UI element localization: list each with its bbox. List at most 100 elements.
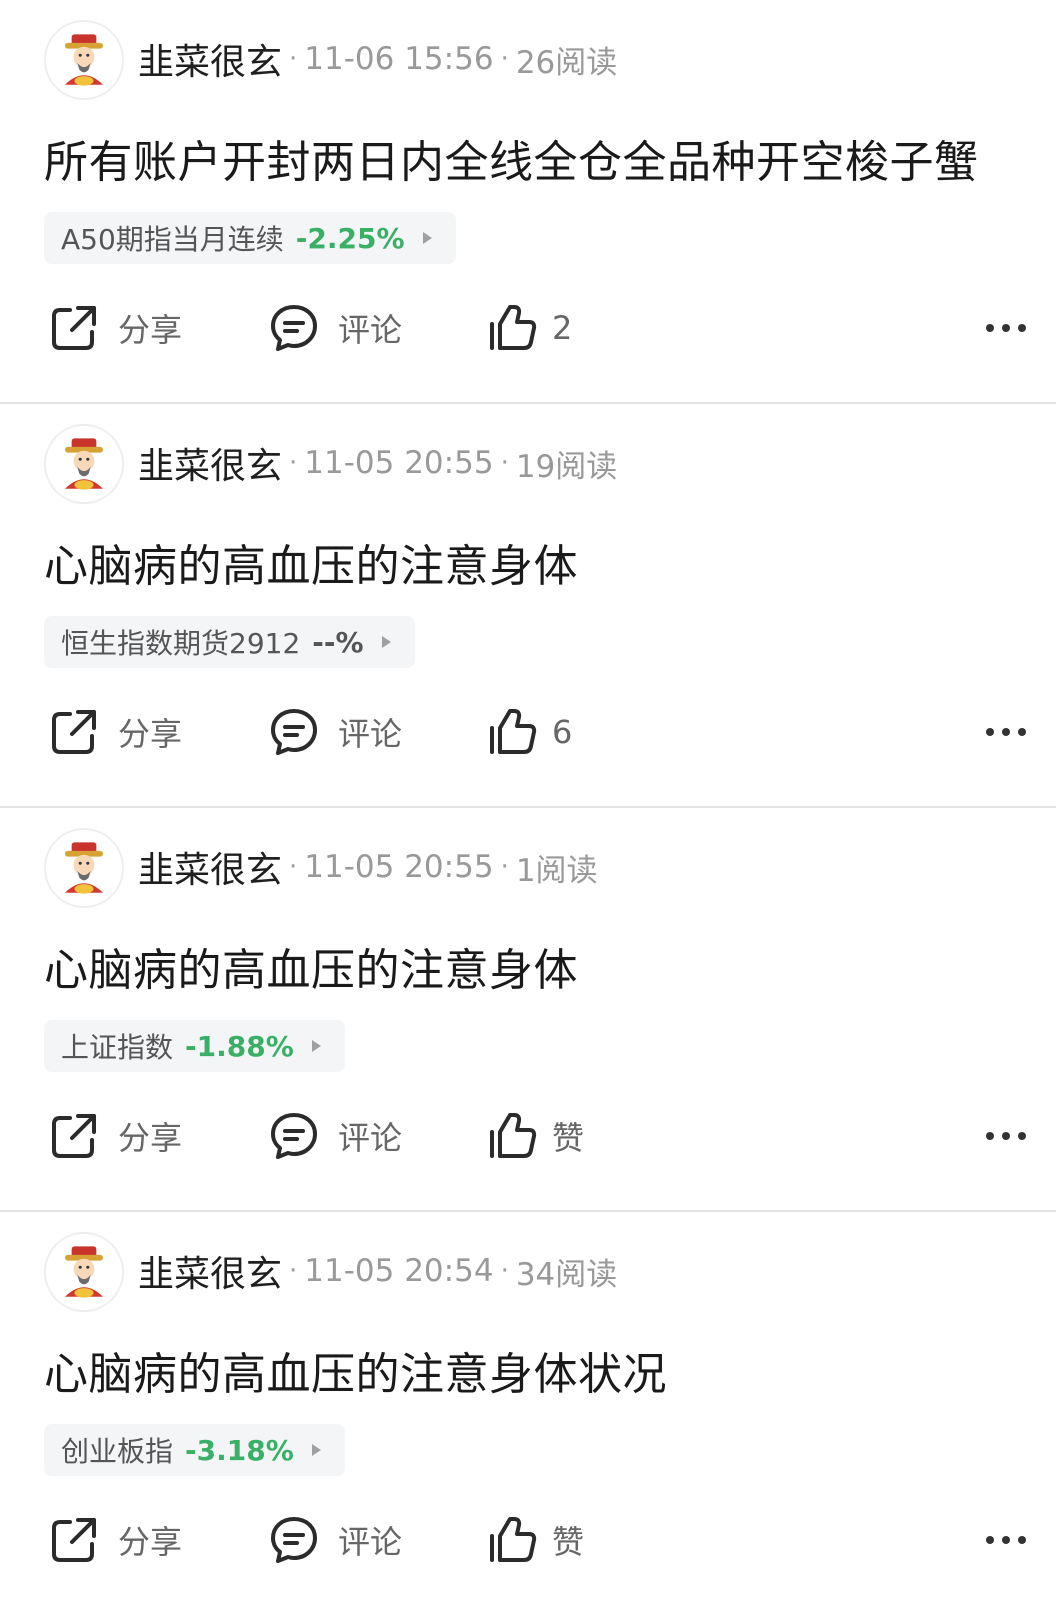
comment-icon [271, 1113, 317, 1159]
share-label: 分享 [118, 715, 183, 753]
share-icon [52, 1114, 96, 1158]
post-title[interactable]: 心脑病的高血压的注意身体 [44, 934, 578, 998]
stock-name: 恒生指数期货2912 [61, 627, 301, 660]
post-title[interactable]: 心脑病的高血压的注意身体状况 [44, 1338, 667, 1402]
avatar[interactable] [44, 20, 124, 100]
like-button[interactable]: 赞 [486, 1508, 584, 1572]
comment-label: 评论 [338, 715, 403, 753]
share-icon [52, 306, 96, 350]
like-button[interactable]: 2 [486, 296, 572, 360]
share-button[interactable]: 分享 [48, 1508, 182, 1572]
fortune-god-avatar-icon [46, 426, 122, 502]
stock-change: -1.88% [185, 1029, 294, 1063]
caret-right-icon [381, 636, 391, 648]
share-label: 分享 [118, 311, 183, 349]
more-button[interactable] [984, 700, 1028, 764]
comment-button[interactable]: 评论 [268, 1104, 402, 1168]
read-count: 1阅读 [515, 852, 598, 889]
thumbs-up-icon [490, 1113, 537, 1158]
like-label: 赞 [552, 1119, 585, 1157]
author-name[interactable]: 韭菜很玄 [138, 437, 282, 489]
share-button[interactable]: 分享 [48, 296, 182, 360]
post-time: 11-05 20:55 [304, 849, 494, 885]
meta-separator: · [500, 852, 509, 882]
comment-icon [271, 1517, 317, 1563]
post-feed: 韭菜很玄 · 11-06 15:56 · 26阅读 所有账户开封两日内全线全仓全… [0, 0, 1056, 1616]
like-button[interactable]: 6 [486, 700, 572, 764]
share-label: 分享 [118, 1119, 183, 1157]
read-count: 19阅读 [515, 448, 618, 485]
read-count: 34阅读 [515, 1256, 618, 1293]
meta-separator: · [500, 44, 509, 74]
comment-label: 评论 [338, 311, 403, 349]
caret-right-icon [422, 232, 432, 244]
stock-change: -3.18% [185, 1433, 294, 1467]
post-card[interactable]: 韭菜很玄 · 11-05 20:55 · 19阅读 心脑病的高血压的注意身体 恒… [0, 404, 1056, 808]
share-icon [52, 710, 96, 754]
avatar[interactable] [44, 1232, 124, 1312]
post-time: 11-06 15:56 [304, 41, 494, 77]
stock-tag[interactable]: A50期指当月连续 -2.25% [44, 212, 456, 264]
stock-tag[interactable]: 上证指数 -1.88% [44, 1020, 345, 1072]
share-icon [52, 1518, 96, 1562]
post-title[interactable]: 心脑病的高血压的注意身体 [44, 530, 578, 594]
post-title[interactable]: 所有账户开封两日内全线全仓全品种开空梭子蟹 [44, 126, 979, 190]
share-button[interactable]: 分享 [48, 700, 182, 764]
action-bar: 分享 评论 赞 [0, 1104, 1056, 1168]
caret-right-icon [311, 1040, 321, 1052]
author-name[interactable]: 韭菜很玄 [138, 33, 282, 85]
post-time: 11-05 20:54 [304, 1253, 494, 1289]
thumbs-up-icon [490, 709, 537, 754]
more-dots-icon [986, 1132, 1026, 1140]
author-name[interactable]: 韭菜很玄 [138, 1245, 282, 1297]
post-meta: 韭菜很玄 · 11-05 20:55 · 19阅读 [138, 438, 617, 488]
more-dots-icon [986, 1536, 1026, 1544]
post-meta: 韭菜很玄 · 11-06 15:56 · 26阅读 [138, 34, 617, 84]
avatar[interactable] [44, 828, 124, 908]
more-button[interactable] [984, 1508, 1028, 1572]
more-dots-icon [986, 728, 1026, 736]
post-card[interactable]: 韭菜很玄 · 11-05 20:54 · 34阅读 心脑病的高血压的注意身体状况… [0, 1212, 1056, 1616]
comment-icon [271, 305, 317, 351]
meta-separator: · [289, 1256, 298, 1286]
post-time: 11-05 20:55 [304, 445, 494, 481]
thumbs-up-icon [490, 1517, 537, 1562]
meta-separator: · [500, 1256, 509, 1286]
share-button[interactable]: 分享 [48, 1104, 182, 1168]
stock-tag[interactable]: 创业板指 -3.18% [44, 1424, 345, 1476]
post-card[interactable]: 韭菜很玄 · 11-05 20:55 · 1阅读 心脑病的高血压的注意身体 上证… [0, 808, 1056, 1212]
fortune-god-avatar-icon [46, 22, 122, 98]
action-bar: 分享 评论 2 [0, 296, 1056, 360]
post-card[interactable]: 韭菜很玄 · 11-06 15:56 · 26阅读 所有账户开封两日内全线全仓全… [0, 0, 1056, 404]
thumbs-up-icon [490, 305, 537, 350]
comment-icon [271, 709, 317, 755]
post-meta: 韭菜很玄 · 11-05 20:55 · 1阅读 [138, 842, 598, 892]
like-label: 赞 [552, 1523, 585, 1561]
comment-button[interactable]: 评论 [268, 1508, 402, 1572]
comment-button[interactable]: 评论 [268, 700, 402, 764]
fortune-god-avatar-icon [46, 1234, 122, 1310]
more-button[interactable] [984, 1104, 1028, 1168]
stock-name: 创业板指 [61, 1435, 174, 1468]
like-button[interactable]: 赞 [486, 1104, 584, 1168]
meta-separator: · [289, 44, 298, 74]
meta-separator: · [289, 448, 298, 478]
comment-label: 评论 [338, 1523, 403, 1561]
comment-label: 评论 [338, 1119, 403, 1157]
read-count: 26阅读 [515, 44, 618, 81]
avatar[interactable] [44, 424, 124, 504]
stock-change: -2.25% [295, 221, 405, 255]
share-label: 分享 [118, 1523, 183, 1561]
meta-separator: · [500, 448, 509, 478]
more-dots-icon [986, 324, 1026, 332]
meta-separator: · [289, 852, 298, 882]
stock-tag[interactable]: 恒生指数期货2912 --% [44, 616, 415, 668]
comment-button[interactable]: 评论 [268, 296, 402, 360]
like-count: 2 [552, 309, 573, 347]
author-name[interactable]: 韭菜很玄 [138, 841, 282, 893]
action-bar: 分享 评论 6 [0, 700, 1056, 764]
stock-name: 上证指数 [61, 1031, 174, 1064]
stock-change: --% [312, 625, 364, 659]
like-count: 6 [552, 713, 573, 751]
more-button[interactable] [984, 296, 1028, 360]
